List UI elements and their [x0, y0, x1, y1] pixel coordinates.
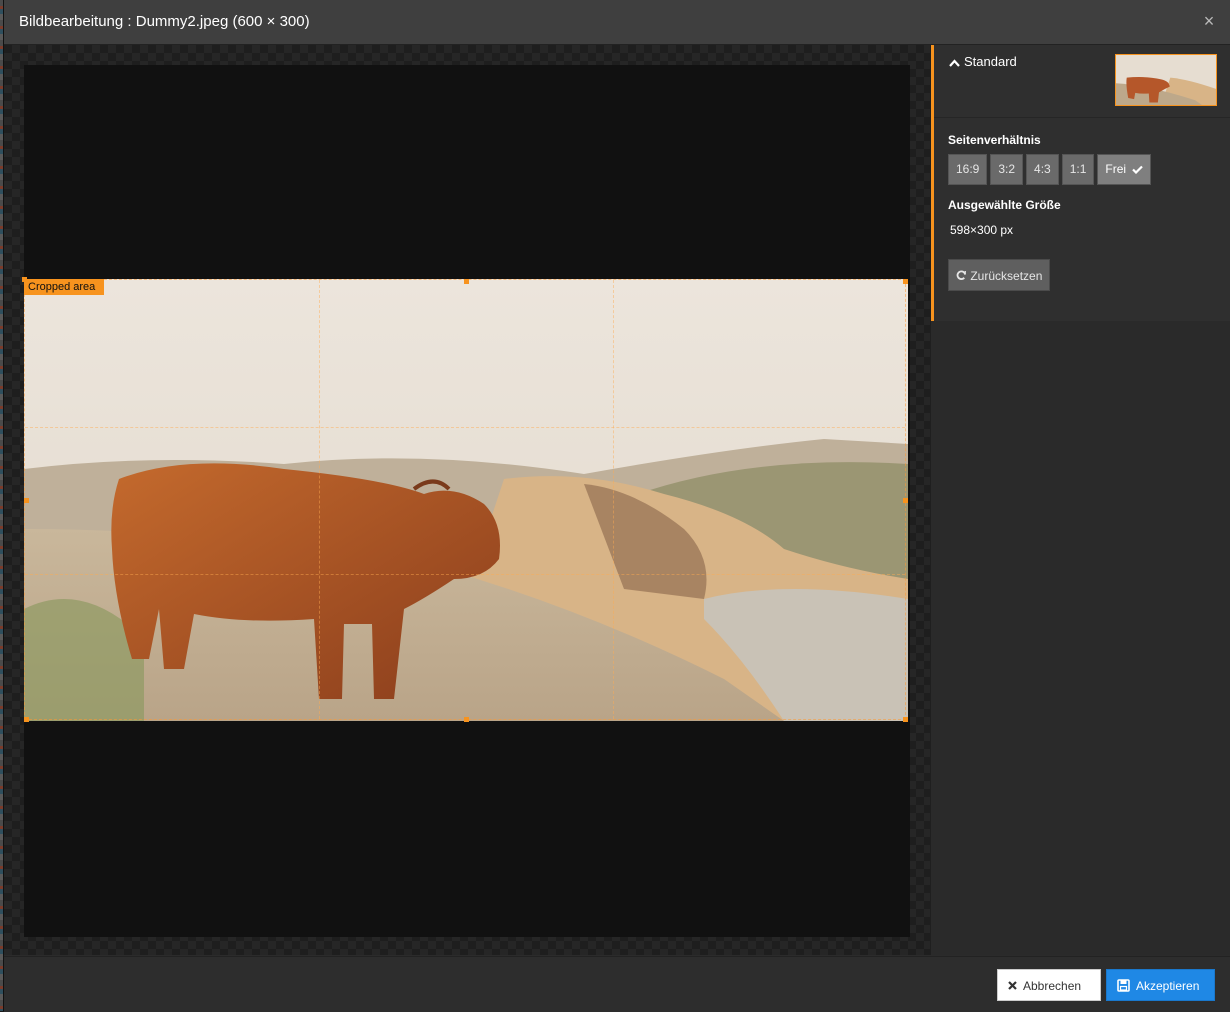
crop-variant-standard: Standard Seitenverhältnis 16:9 3:2 4:3 1…: [931, 45, 1230, 321]
crop-area-label: Cropped area: [24, 279, 104, 295]
crop-handle-top[interactable]: [464, 279, 469, 284]
ratio-free-label: Frei: [1105, 162, 1127, 176]
crop-handle-bottom[interactable]: [464, 717, 469, 722]
crop-grid-line: [319, 280, 320, 719]
ratio-button-3-2[interactable]: 3:2: [990, 154, 1024, 185]
modal-title: Bildbearbeitung : Dummy2.jpeg (600 × 300…: [19, 13, 310, 30]
cancel-button[interactable]: Abbrechen: [997, 969, 1101, 1001]
modal-header: Bildbearbeitung : Dummy2.jpeg (600 × 300…: [4, 0, 1230, 45]
modal-footer: Abbrechen Akzeptieren: [4, 956, 1230, 1012]
crop-frame[interactable]: [22, 277, 908, 722]
selected-size-label: Ausgewählte Größe: [948, 198, 1061, 212]
cancel-label: Abbrechen: [1023, 978, 1082, 993]
ratio-button-1-1[interactable]: 1:1: [1061, 154, 1095, 185]
crop-stage: Cropped area: [4, 45, 930, 955]
check-icon: [1132, 162, 1144, 176]
cancel-x-icon: [1008, 971, 1017, 1001]
aspect-ratio-group: 16:9 3:2 4:3 1:1 Frei: [948, 154, 1154, 185]
reset-button[interactable]: Zurücksetzen: [948, 259, 1051, 291]
section-separator: [934, 117, 1230, 118]
chevron-up-icon: [949, 55, 960, 70]
ratio-button-16-9[interactable]: 16:9: [948, 154, 988, 185]
crop-handle-right[interactable]: [903, 498, 908, 503]
accept-label: Akzeptieren: [1136, 978, 1200, 993]
variant-toggle[interactable]: Standard: [949, 54, 1017, 70]
ratio-button-free[interactable]: Frei: [1097, 154, 1152, 185]
save-icon: [1117, 971, 1130, 1001]
image-editor-modal: Bildbearbeitung : Dummy2.jpeg (600 × 300…: [3, 0, 1230, 1012]
aspect-ratio-label: Seitenverhältnis: [948, 133, 1041, 147]
crop-grid-line: [25, 427, 905, 428]
accept-button[interactable]: Akzeptieren: [1106, 969, 1215, 1001]
crop-handle-left[interactable]: [24, 498, 29, 503]
variant-title: Standard: [964, 54, 1017, 69]
crop-handle-bottom-left[interactable]: [24, 717, 29, 722]
close-icon[interactable]: ×: [1201, 12, 1217, 30]
crop-grid-line: [613, 280, 614, 719]
selected-size-value: 598×300 px: [950, 223, 1014, 237]
crop-grid-line: [25, 574, 905, 575]
crop-handle-bottom-right[interactable]: [903, 717, 908, 722]
refresh-icon: [956, 269, 970, 283]
crop-handle-top-right[interactable]: [903, 279, 908, 284]
variant-thumbnail[interactable]: [1115, 54, 1217, 106]
crop-settings-sidebar: Standard Seitenverhältnis 16:9 3:2 4:3 1…: [931, 45, 1230, 955]
ratio-button-4-3[interactable]: 4:3: [1026, 154, 1059, 185]
reset-label: Zurücksetzen: [970, 268, 1043, 283]
